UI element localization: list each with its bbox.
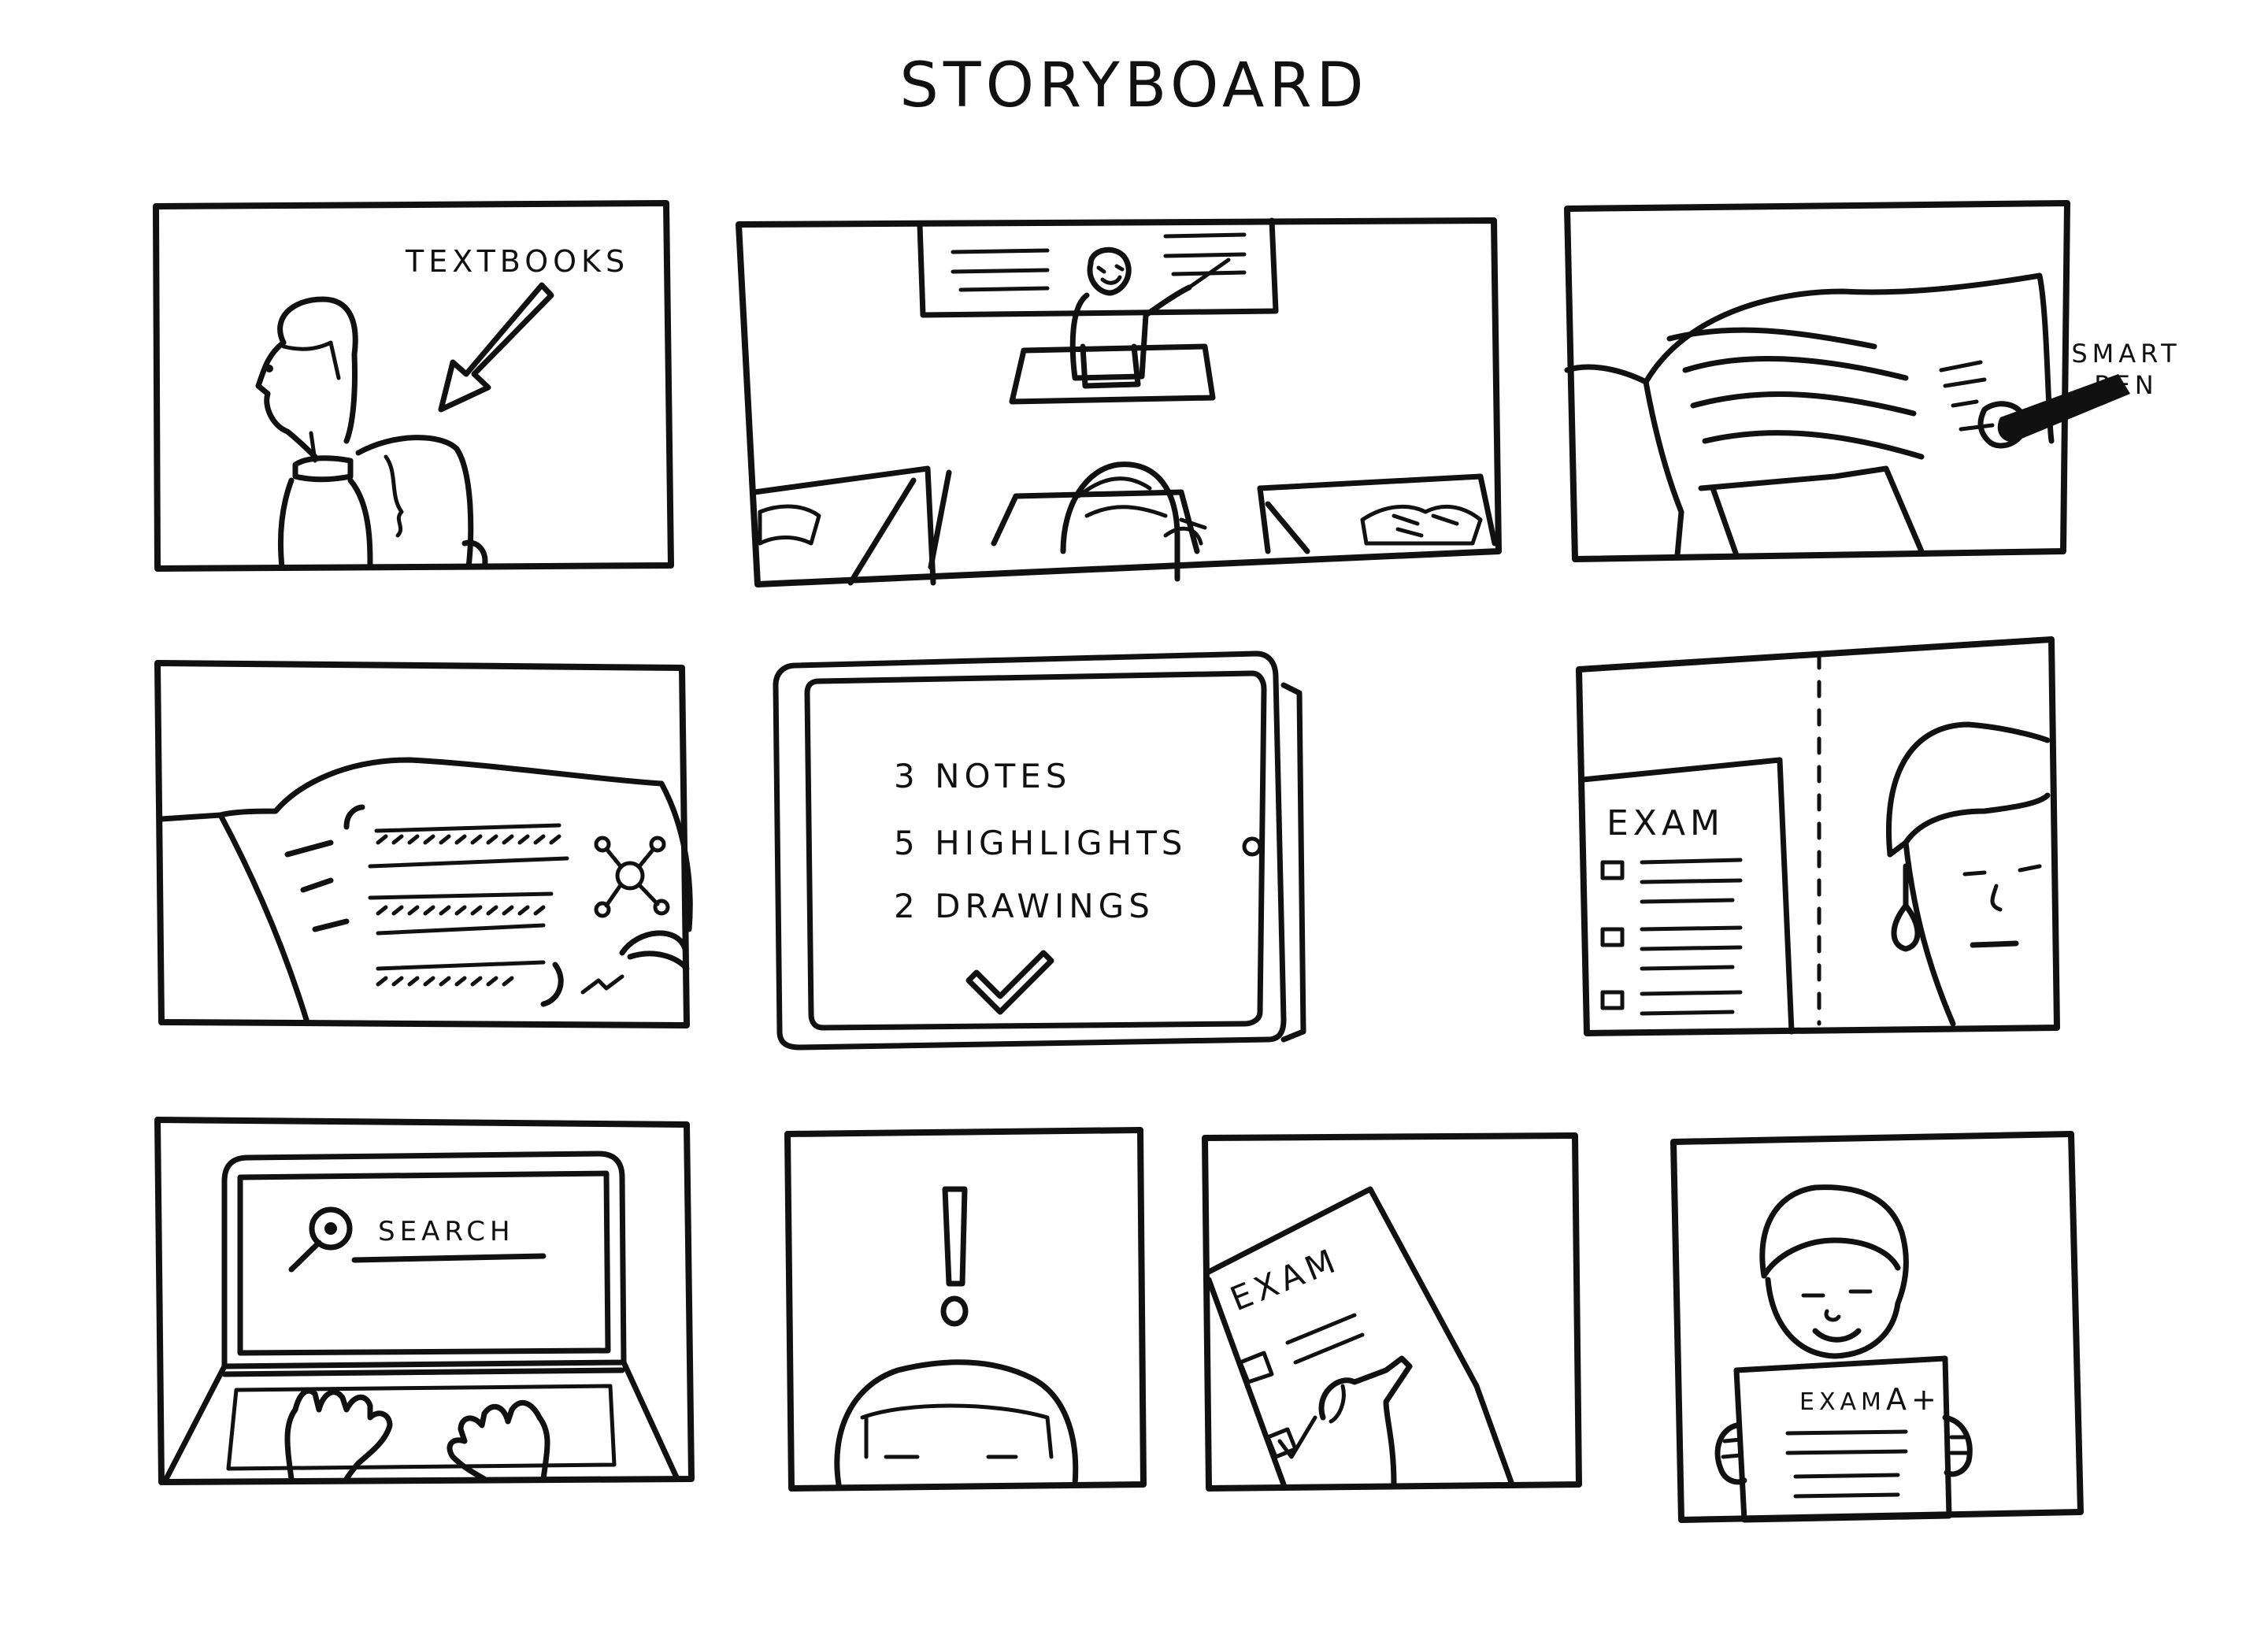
- checkmark-icon: [965, 950, 1054, 1015]
- panel-1-textbooks: TEXTBOOKS: [153, 200, 674, 572]
- home-button-icon: [1242, 836, 1262, 857]
- panel-3-smart-pen: SMART PEN: [1564, 200, 2181, 562]
- panel-10-a-plus: EXAM A+: [1670, 1131, 2084, 1523]
- panel-9-taking-exam: EXAM: [1202, 1132, 1582, 1492]
- panel-4-annotated-book: [154, 660, 693, 1028]
- search-label: SEARCH: [378, 1216, 515, 1247]
- panel-7-laptop-search: SEARCH: [154, 1117, 695, 1485]
- storyboard-sheet: STORYBOARD TEXTBOOKS SMART PEN 3 NOTES 5…: [153, 50, 2181, 1523]
- page-title: STORYBOARD: [899, 50, 1368, 121]
- grade-label: A+: [1886, 1382, 1941, 1417]
- notes-count: 3 NOTES: [894, 757, 1071, 795]
- search-icon: [288, 1206, 353, 1273]
- smart-pen-label-line1: SMART: [2071, 339, 2181, 369]
- drawings-count: 2 DRAWINGS: [894, 887, 1154, 925]
- textbooks-label: TEXTBOOKS: [405, 244, 629, 279]
- molecule-icon: [594, 836, 670, 918]
- panel-8-realization: [784, 1127, 1147, 1492]
- exam-paper-title: EXAM: [1606, 803, 1725, 843]
- panel-6-exam-worry: EXAM: [1576, 636, 2060, 1036]
- panel-5-tablet-summary: 3 NOTES 5 HIGHLIGHTS 2 DRAWINGS: [773, 650, 1306, 1051]
- panel-2-lecture: [736, 217, 1502, 587]
- result-exam-label: EXAM: [1799, 1388, 1886, 1416]
- arrow-icon: [438, 282, 554, 413]
- exclamation-icon: [942, 1186, 968, 1287]
- highlights-count: 5 HIGHLIGHTS: [894, 824, 1187, 862]
